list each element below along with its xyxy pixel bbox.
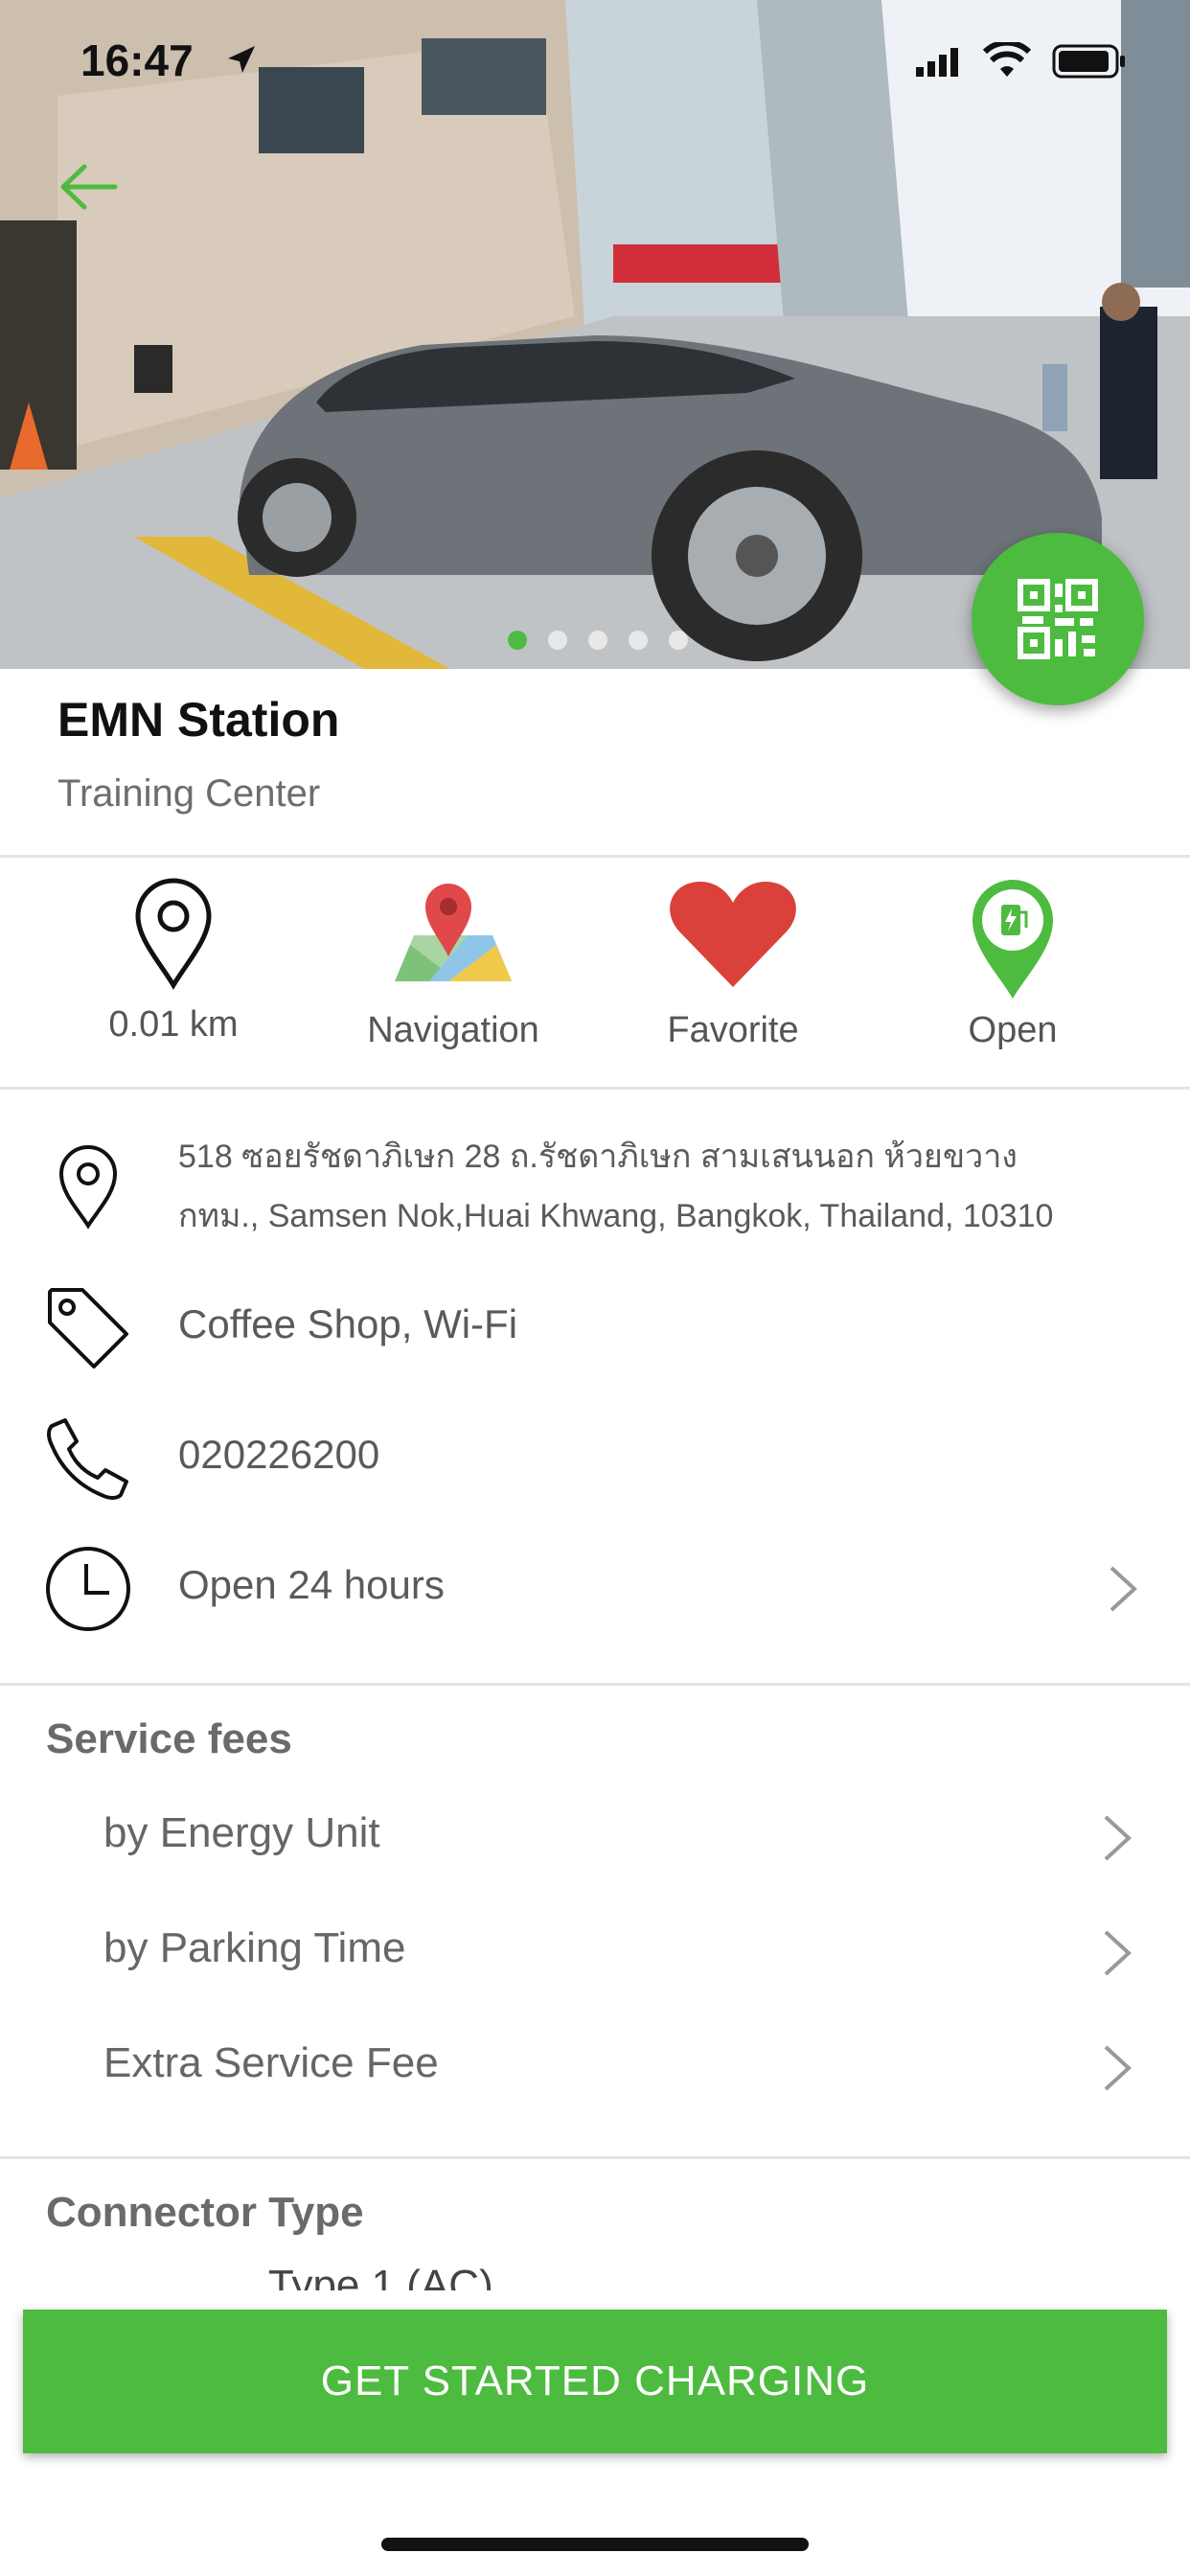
opening-hours-text[interactable]: Open 24 hours — [178, 1562, 445, 1608]
charger-pin-icon — [973, 880, 1053, 999]
fee-extra-service[interactable]: Extra Service Fee — [103, 2039, 439, 2087]
favorite-label: Favorite — [667, 1010, 799, 1050]
signal-icon — [916, 48, 958, 77]
navigation-action[interactable]: Navigation — [314, 876, 592, 1068]
address-text[interactable]: 518 ซอยรัชดาภิเษก 28 ถ.รัชดาภิเษก สามเสน… — [178, 1127, 1156, 1246]
qr-scan-button[interactable] — [972, 533, 1144, 705]
status-bar: 16:47 — [0, 0, 1190, 125]
station-subtitle: Training Center — [57, 772, 321, 815]
carousel-dot[interactable] — [629, 631, 648, 650]
distance-action[interactable]: 0.01 km — [34, 876, 312, 1068]
navigation-label: Navigation — [367, 1010, 539, 1050]
favorite-action[interactable]: Favorite — [594, 876, 872, 1068]
fee-extra-chevron-icon[interactable] — [1098, 2039, 1136, 2097]
heart-icon — [670, 882, 796, 987]
carousel-dot[interactable] — [548, 631, 567, 650]
connector-type-item: Type 1 (AC) — [268, 2262, 493, 2290]
clock-icon — [42, 1543, 134, 1635]
fee-energy-unit[interactable]: by Energy Unit — [103, 1809, 380, 1857]
open-status-action[interactable]: Open — [874, 876, 1152, 1068]
open-status-label: Open — [968, 1010, 1058, 1050]
phone-icon — [42, 1413, 134, 1505]
wifi-icon — [983, 42, 1031, 77]
fee-parking-chevron-icon[interactable] — [1098, 1924, 1136, 1982]
fee-energy-chevron-icon[interactable] — [1098, 1809, 1136, 1867]
divider — [0, 2156, 1190, 2159]
address-pin-icon — [42, 1140, 134, 1232]
connector-type-title: Connector Type — [46, 2189, 364, 2236]
station-name: EMN Station — [57, 693, 340, 747]
distance-label: 0.01 km — [108, 1004, 239, 1045]
location-pin-icon — [135, 878, 212, 990]
address-line-1: 518 ซอยรัชดาภิเษก 28 ถ.รัชดาภิเษก สามเสน… — [178, 1138, 1018, 1175]
battery-icon — [1052, 44, 1125, 79]
get-started-charging-button[interactable]: GET STARTED CHARGING — [23, 2310, 1167, 2453]
qr-code-icon — [1018, 579, 1098, 659]
status-time: 16:47 — [80, 35, 194, 85]
hours-chevron-right-icon[interactable] — [1104, 1560, 1142, 1618]
tag-icon — [42, 1282, 134, 1374]
divider — [0, 1683, 1190, 1686]
divider — [0, 1087, 1190, 1090]
carousel-dot[interactable] — [669, 631, 688, 650]
home-indicator — [381, 2538, 809, 2551]
divider — [0, 855, 1190, 858]
map-icon — [395, 884, 512, 981]
address-line-2: กทม., Samsen Nok,Huai Khwang, Bangkok, T… — [178, 1198, 1054, 1234]
carousel-dot[interactable] — [588, 631, 607, 650]
fee-parking-time[interactable]: by Parking Time — [103, 1924, 405, 1972]
amenities-text: Coffee Shop, Wi-Fi — [178, 1301, 518, 1346]
service-fees-title: Service fees — [46, 1715, 292, 1762]
phone-text[interactable]: 020226200 — [178, 1432, 379, 1478]
location-arrow-icon — [228, 46, 255, 73]
carousel-dot-active[interactable] — [508, 631, 527, 650]
back-arrow-icon[interactable] — [56, 153, 123, 220]
